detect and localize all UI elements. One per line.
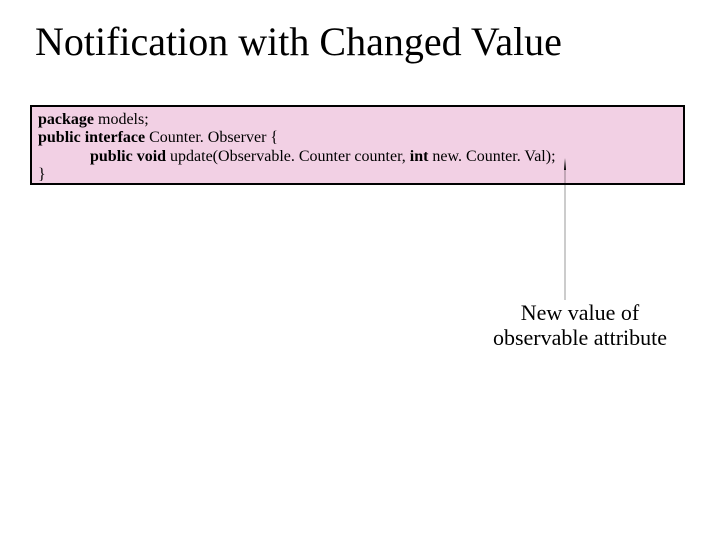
keyword-public-void: public void <box>90 148 170 165</box>
code-text: new. Counter. Val); <box>432 148 559 165</box>
code-line-4: } <box>38 166 677 184</box>
code-text: } <box>38 166 46 183</box>
code-text: update(Observable. Counter counter, <box>170 148 410 165</box>
code-text: models; <box>98 111 153 128</box>
code-line-3: public void update(Observable. Counter c… <box>38 148 677 166</box>
code-box: package models; public interface Counter… <box>30 105 685 185</box>
slide-title: Notification with Changed Value <box>35 18 562 65</box>
code-text: Counter. Observer { <box>149 129 278 146</box>
code-line-1: package models; <box>38 111 677 129</box>
annotation-text: New value of observable attribute <box>470 300 690 351</box>
keyword-int: int <box>410 148 433 165</box>
annotation-line-1: New value of <box>521 300 640 325</box>
annotation-line-2: observable attribute <box>493 325 667 350</box>
keyword-package: package <box>38 111 98 128</box>
keyword-public-interface: public interface <box>38 129 149 146</box>
code-line-2: public interface Counter. Observer { <box>38 129 677 147</box>
code-indent <box>38 148 90 165</box>
